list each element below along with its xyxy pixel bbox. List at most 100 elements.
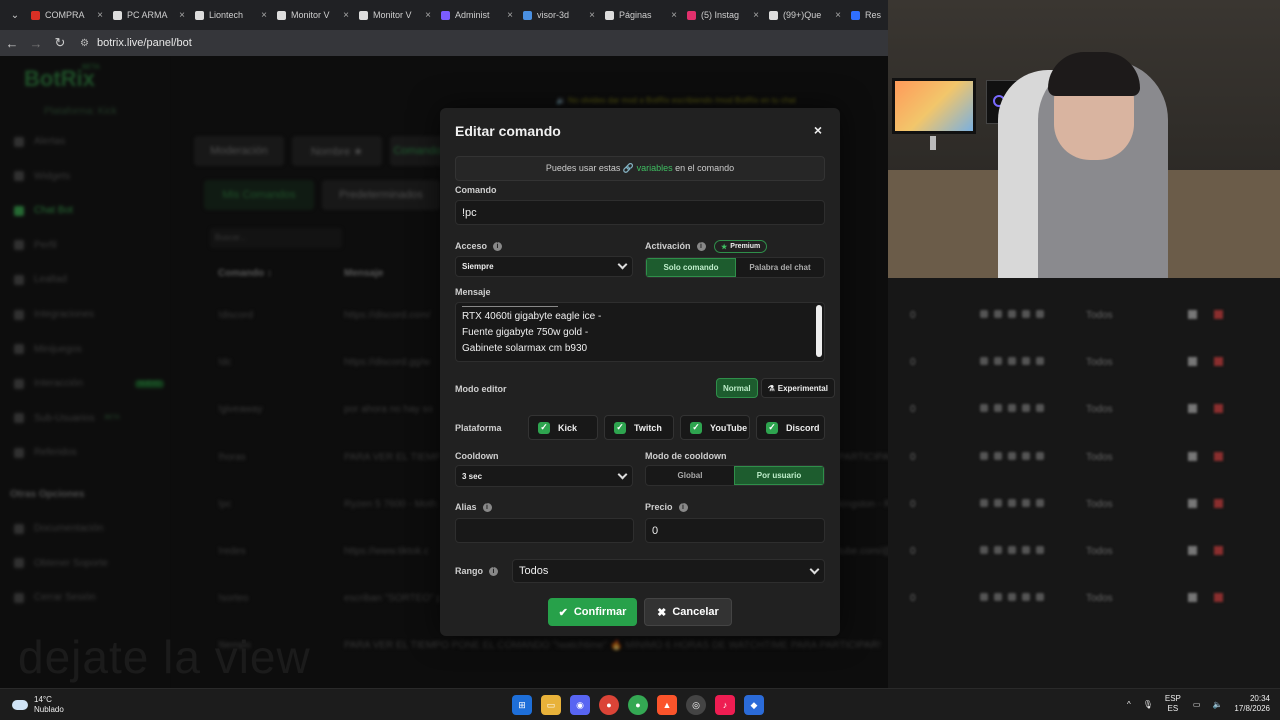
brave-icon[interactable]: ▲	[657, 695, 677, 715]
chrome-profile-icon[interactable]: ●	[628, 695, 648, 715]
table-row-actions[interactable]: 0 Todos	[888, 310, 1280, 356]
delete-icon[interactable]	[1214, 546, 1223, 555]
file-explorer-icon[interactable]: ▭	[541, 695, 561, 715]
rank-select[interactable]: Todos	[512, 559, 825, 583]
platform-icon	[994, 404, 1002, 413]
message-textarea[interactable]: RTX 4060ti gigabyte eagle ice - Fuente g…	[455, 302, 825, 362]
chevron-up-icon[interactable]: ^	[1127, 700, 1131, 709]
tab-title: visor-3d	[537, 10, 570, 20]
address-bar[interactable]: ⚙ botrix.live/panel/bot	[80, 37, 192, 49]
edit-icon[interactable]	[1188, 593, 1197, 603]
shield-icon[interactable]: ◆	[744, 695, 764, 715]
delete-icon[interactable]	[1214, 593, 1223, 603]
platform-discord[interactable]: ✓ Discord	[756, 415, 825, 440]
editor-normal[interactable]: Normal	[716, 378, 758, 398]
browser-tab[interactable]: Liontech ×	[190, 3, 272, 27]
browser-tab[interactable]: Administ ×	[436, 3, 518, 27]
browser-tab[interactable]: Monitor V ×	[272, 3, 354, 27]
info-icon[interactable]: i	[489, 567, 498, 577]
browser-tab[interactable]: (5) Instag ×	[682, 3, 764, 27]
command-input[interactable]: !pc	[455, 200, 825, 225]
edit-icon[interactable]	[1188, 498, 1197, 508]
info-icon[interactable]: i	[493, 242, 503, 252]
delete-icon[interactable]	[1214, 498, 1223, 508]
table-row-actions[interactable]: 0 Todos	[888, 498, 1280, 545]
confirm-button[interactable]: ✔ Confirmar	[548, 598, 637, 626]
edit-icon[interactable]	[1188, 310, 1197, 319]
table-row-actions[interactable]: 0 Todos	[888, 357, 1280, 403]
editor-experimental[interactable]: ⚗ Experimental	[760, 378, 835, 398]
tiktok-icon[interactable]: ♪	[715, 695, 735, 715]
alias-input[interactable]	[455, 518, 634, 543]
forward-icon[interactable]: →	[24, 36, 48, 51]
browser-tab[interactable]: visor-3d ×	[518, 3, 600, 27]
table-row-actions[interactable]: 0 Todos	[888, 451, 1280, 498]
activation-command-only[interactable]: Solo comando	[646, 258, 736, 277]
browser-tab[interactable]: PC ARMA ×	[108, 3, 190, 27]
access-select[interactable]: Siempre	[455, 256, 633, 277]
tab-close-icon[interactable]: ×	[753, 10, 759, 21]
tab-close-icon[interactable]: ×	[671, 10, 677, 21]
message-line: RTX 4060ti gigabyte eagle ice -	[462, 311, 602, 322]
table-row-actions[interactable]: 0 Todos	[888, 404, 1280, 450]
table-row-actions[interactable]: 0 Todos	[888, 593, 1280, 639]
browser-tab[interactable]: Res×	[846, 3, 888, 27]
start-icon[interactable]: ⊞	[512, 695, 532, 715]
platform-kick[interactable]: ✓ Kick	[528, 415, 598, 440]
table-row-actions[interactable]: 0 Todos	[888, 546, 1280, 592]
cooldown-per-user[interactable]: Por usuario	[734, 466, 824, 485]
tab-search-icon[interactable]: ⌄	[4, 10, 26, 21]
weather-widget[interactable]: 14°C Nublado	[12, 695, 64, 715]
network-icon[interactable]: ▭	[1193, 700, 1201, 709]
clock[interactable]: 20:34 17/8/2026	[1234, 694, 1270, 714]
edit-icon[interactable]	[1188, 357, 1197, 367]
tab-title: Res	[865, 10, 882, 20]
browser-tab[interactable]: Páginas ×	[600, 3, 682, 27]
uses-cell: 0	[910, 357, 916, 369]
delete-icon[interactable]	[1214, 310, 1223, 319]
tab-close-icon[interactable]: ×	[507, 10, 513, 21]
browser-tab[interactable]: COMPRA ×	[26, 3, 108, 27]
platform-youtube[interactable]: ✓ YouTube	[680, 415, 750, 440]
platform-twitch[interactable]: ✓ Twitch	[604, 415, 674, 440]
tab-close-icon[interactable]: ×	[589, 10, 595, 21]
price-input[interactable]: 0	[645, 518, 825, 543]
tab-close-icon[interactable]: ×	[425, 10, 431, 21]
back-icon[interactable]: ←	[0, 36, 24, 51]
tab-close-icon[interactable]: ×	[179, 10, 185, 21]
variables-link[interactable]: 🔗 variables	[623, 163, 673, 173]
textarea-scrollbar[interactable]	[816, 305, 822, 357]
delete-icon[interactable]	[1214, 451, 1223, 461]
info-icon[interactable]: i	[678, 503, 688, 513]
reload-icon[interactable]: ↻	[48, 35, 72, 51]
browser-tab[interactable]: Monitor V ×	[354, 3, 436, 27]
activation-chat-word[interactable]: Palabra del chat	[736, 258, 824, 277]
webcam-overlay	[888, 0, 1280, 278]
tab-close-icon[interactable]: ×	[835, 10, 841, 21]
close-icon[interactable]: ×	[814, 122, 822, 138]
platform-icons	[980, 404, 1044, 413]
info-text-pre: Puedes usar estas	[545, 163, 623, 173]
site-info-icon[interactable]: ⚙	[80, 38, 89, 49]
edit-icon[interactable]	[1188, 404, 1197, 414]
info-icon[interactable]: i	[482, 503, 492, 513]
delete-icon[interactable]	[1214, 357, 1223, 367]
discord-icon[interactable]: ◉	[570, 695, 590, 715]
delete-icon[interactable]	[1214, 404, 1223, 414]
platform-icon	[1022, 357, 1030, 366]
tab-close-icon[interactable]: ×	[261, 10, 267, 21]
cancel-button[interactable]: ✖ Cancelar	[644, 598, 732, 626]
volume-icon[interactable]: 🔈	[1212, 700, 1222, 709]
obs-icon[interactable]: ◎	[686, 695, 706, 715]
chrome-icon[interactable]: ●	[599, 695, 619, 715]
edit-icon[interactable]	[1188, 546, 1197, 555]
browser-tab[interactable]: (99+)Que ×	[764, 3, 846, 27]
info-icon[interactable]: i	[696, 242, 706, 252]
tab-close-icon[interactable]: ×	[343, 10, 349, 21]
edit-icon[interactable]	[1188, 451, 1197, 461]
cooldown-select[interactable]: 3 sec	[455, 465, 633, 487]
cooldown-global[interactable]: Global	[646, 466, 734, 485]
microphone-icon[interactable]: 🎙	[1143, 700, 1153, 709]
tab-close-icon[interactable]: ×	[97, 10, 103, 21]
language-indicator[interactable]: ESP ES	[1165, 694, 1181, 714]
